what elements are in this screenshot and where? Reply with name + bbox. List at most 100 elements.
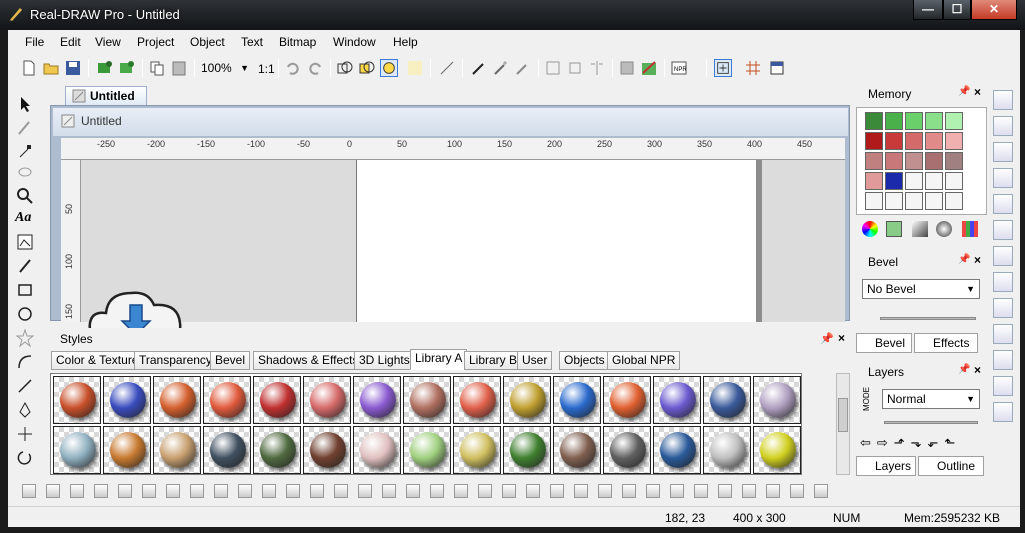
arrange-tool-icon[interactable] [262,484,276,498]
arrange-tool-icon[interactable] [790,484,804,498]
arrange-tool-icon[interactable] [550,484,564,498]
arrange-tool-icon[interactable] [526,484,540,498]
minimize-button[interactable]: — [913,0,943,20]
arrange-tool-icon[interactable] [382,484,396,498]
style-preset[interactable] [203,426,251,474]
tab-3d-lights[interactable]: 3D Lights [354,351,415,370]
subtract-shapes-icon[interactable] [380,59,398,77]
arrange-tool-icon[interactable] [118,484,132,498]
text-tool-icon[interactable]: Aa [15,210,35,230]
arrange-tool-icon[interactable] [814,484,828,498]
style-preset[interactable] [703,426,751,474]
arrange-tool-icon[interactable] [502,484,516,498]
style-preset[interactable] [253,376,301,424]
arrange-tool-icon[interactable] [358,484,372,498]
transform-tool-icon[interactable] [15,424,35,444]
menu-window[interactable]: Window [333,35,376,49]
arrange-tool-icon[interactable] [694,484,708,498]
menu-object[interactable]: Object [190,35,225,49]
menu-project[interactable]: Project [137,35,174,49]
memory-swatch[interactable] [925,172,943,190]
memory-swatch[interactable] [925,112,943,130]
tab-shadows-effects[interactable]: Shadows & Effects [253,351,364,370]
tab-color-texture[interactable]: Color & Texture [51,351,144,370]
arrange-tool-icon[interactable] [454,484,468,498]
tab-library-a[interactable]: Library A [410,349,468,370]
rotate-tool-icon[interactable] [15,448,35,468]
arrange-tool-icon[interactable] [310,484,324,498]
memory-swatch[interactable] [905,192,923,210]
bevel-select[interactable]: No Bevel ▼ [862,279,980,299]
layer-actions[interactable]: ⇦⇨⬏⬎⬐⬑ [860,435,984,451]
memory-swatch[interactable] [885,192,903,210]
effects-panel-icon[interactable] [993,272,1013,292]
memory-swatch[interactable] [865,152,883,170]
pen-tool-icon[interactable] [15,118,35,138]
menu-help[interactable]: Help [393,35,418,49]
menu-text[interactable]: Text [241,35,263,49]
grid-icon[interactable] [744,59,762,77]
color-picker-icon[interactable] [993,90,1013,110]
new-file-icon[interactable] [20,59,38,77]
memory-swatch[interactable] [905,112,923,130]
color-wheel-icon[interactable] [862,221,878,237]
arrange-tool-icon[interactable] [166,484,180,498]
memory-swatch[interactable] [865,132,883,150]
undo-icon[interactable] [284,59,302,77]
brush-panel-icon[interactable] [993,246,1013,266]
document-tab[interactable]: Untitled [65,86,147,106]
style-preset[interactable] [453,376,501,424]
style-preset[interactable] [653,376,701,424]
memory-swatch[interactable] [885,172,903,190]
apply-effect-icon[interactable] [640,59,658,77]
palette-panel-icon[interactable] [993,324,1013,344]
arrange-tool-icon[interactable] [238,484,252,498]
tab-outline-panel[interactable]: Outline [918,456,984,476]
style-preset[interactable] [403,426,451,474]
texture-tab-icon[interactable] [936,221,952,237]
memory-swatch[interactable] [925,152,943,170]
memory-swatch[interactable] [905,172,923,190]
arrange-tool-icon[interactable] [94,484,108,498]
magic-wand-icon[interactable] [492,59,510,77]
zoom-tool-icon[interactable] [15,186,35,206]
gradient-tab-icon[interactable] [912,221,928,237]
paste-icon[interactable] [170,59,188,77]
maximize-button[interactable]: ☐ [943,0,971,20]
actual-size-button[interactable]: 1:1 [258,62,275,76]
export-icon[interactable] [118,59,136,77]
open-folder-icon[interactable] [42,59,60,77]
menu-view[interactable]: View [95,35,121,49]
pin-icon[interactable]: 📌 [958,364,970,375]
style-preset[interactable] [253,426,301,474]
copy-icon[interactable] [148,59,166,77]
intersect-shapes-icon[interactable] [358,59,376,77]
memory-swatch[interactable] [945,132,963,150]
style-preset[interactable] [553,426,601,474]
line-tool-icon[interactable] [15,376,35,396]
arrange-tool-icon[interactable] [406,484,420,498]
node-select-icon[interactable] [15,142,35,162]
arrange-tool-icon[interactable] [622,484,636,498]
tab-layers-panel[interactable]: Layers [856,456,916,476]
arrange-tool-icon[interactable] [46,484,60,498]
fountain-pen-icon[interactable] [15,400,35,420]
blend-mode-select[interactable]: Normal ▼ [882,389,980,409]
lasso-icon[interactable] [15,164,35,184]
bevel-slider[interactable] [880,317,976,320]
pointer-panel-icon[interactable] [993,350,1013,370]
arrange-tool-icon[interactable] [214,484,228,498]
fill-panel-icon[interactable] [993,116,1013,136]
tab-library-b[interactable]: Library B [464,351,523,370]
target-panel-icon[interactable] [993,298,1013,318]
arrange-tool-icon[interactable] [142,484,156,498]
import-icon[interactable] [96,59,114,77]
scrollbar-thumb[interactable] [838,398,848,432]
arrange-tool-icon[interactable] [334,484,348,498]
memory-swatch[interactable] [925,132,943,150]
wand-star-icon[interactable] [514,59,532,77]
fill-icon[interactable] [618,59,636,77]
horizontal-ruler[interactable]: -250 -200 -150 -100 -50 0 50 100 150 200 250 300 350… [61,138,845,160]
swatch-tab-icon[interactable] [886,221,902,237]
crop-icon[interactable] [566,59,584,77]
